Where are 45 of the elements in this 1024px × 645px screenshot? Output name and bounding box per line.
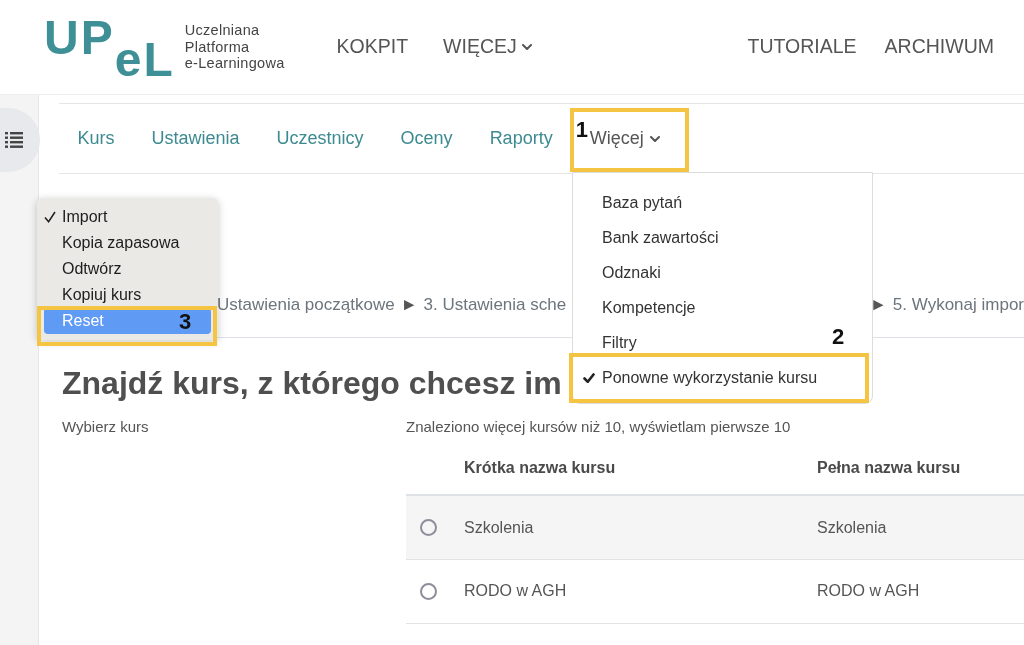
- step-label: 5. Wykonaj impor: [892, 293, 1024, 316]
- menu-item[interactable]: Ponowne wykorzystanie kursu: [573, 360, 828, 395]
- table-cell: Szkolenia: [799, 495, 1024, 560]
- table-cell: RODO w AGH: [446, 559, 799, 624]
- nav-link[interactable]: KOKPIT: [336, 32, 409, 62]
- nav-tab[interactable]: Raporty: [489, 125, 553, 152]
- menu-item[interactable]: Import: [44, 204, 211, 230]
- page-heading: Znajdź kurs, z którego chcesz im: [62, 364, 562, 403]
- drawer-toggle-button[interactable]: [0, 108, 40, 172]
- check-icon: [583, 372, 595, 383]
- table-cell: RODO w AGH: [799, 559, 1024, 624]
- table-cell: Szkolenia: [446, 495, 799, 560]
- menu-item[interactable]: Odznaki: [573, 255, 671, 290]
- list-icon: [5, 132, 23, 148]
- nav-menu[interactable]: WIĘCEJ: [443, 32, 532, 62]
- nav-menu-tab[interactable]: Więcej: [589, 125, 660, 152]
- logo-tagline: Uczelniana Platforma e-Learningowa: [184, 22, 285, 72]
- caret-icon: [521, 44, 532, 50]
- menu-item[interactable]: Odtwórz: [44, 256, 211, 282]
- menu-item[interactable]: Filtry: [573, 325, 647, 360]
- nav-tab[interactable]: Uczestnicy: [276, 125, 364, 152]
- caret-icon: [649, 135, 660, 142]
- nav-tab[interactable]: Kurs: [77, 125, 115, 152]
- radio-button[interactable]: [420, 582, 437, 600]
- nav-link[interactable]: ARCHIWUM: [884, 32, 994, 62]
- menu-item[interactable]: Kopia zapasowa: [44, 230, 211, 256]
- nav-tab[interactable]: Oceny: [400, 125, 453, 152]
- menu-item[interactable]: Bank zawartości: [573, 220, 729, 255]
- menu-item[interactable]: Kompetencje: [573, 290, 706, 325]
- result-note: Znaleziono więcej kursów niż 10, wyświetlam pierwsze 10: [406, 417, 792, 438]
- nav-link[interactable]: TUTORIALE: [747, 32, 857, 62]
- menu-item[interactable]: Baza pytań: [573, 185, 693, 220]
- radio-button[interactable]: [420, 519, 437, 537]
- nav-tab[interactable]: Ustawienia: [151, 125, 240, 152]
- field-label: Wybierz kurs: [62, 417, 150, 438]
- step-label: Ustawienia początkowe: [217, 293, 395, 316]
- check-icon: [44, 211, 56, 223]
- menu-item[interactable]: Kopiuj kurs: [44, 282, 211, 308]
- step-arrow: ►: [400, 293, 418, 316]
- logo-wordmark[interactable]: UPeL: [44, 14, 175, 80]
- annotation-number: 3: [179, 311, 192, 333]
- step-arrow: ►: [870, 293, 887, 316]
- annotation-number: 1: [575, 118, 588, 141]
- annotation-number: 2: [832, 326, 845, 348]
- step-label: 3. Ustawienia sche: [423, 293, 567, 316]
